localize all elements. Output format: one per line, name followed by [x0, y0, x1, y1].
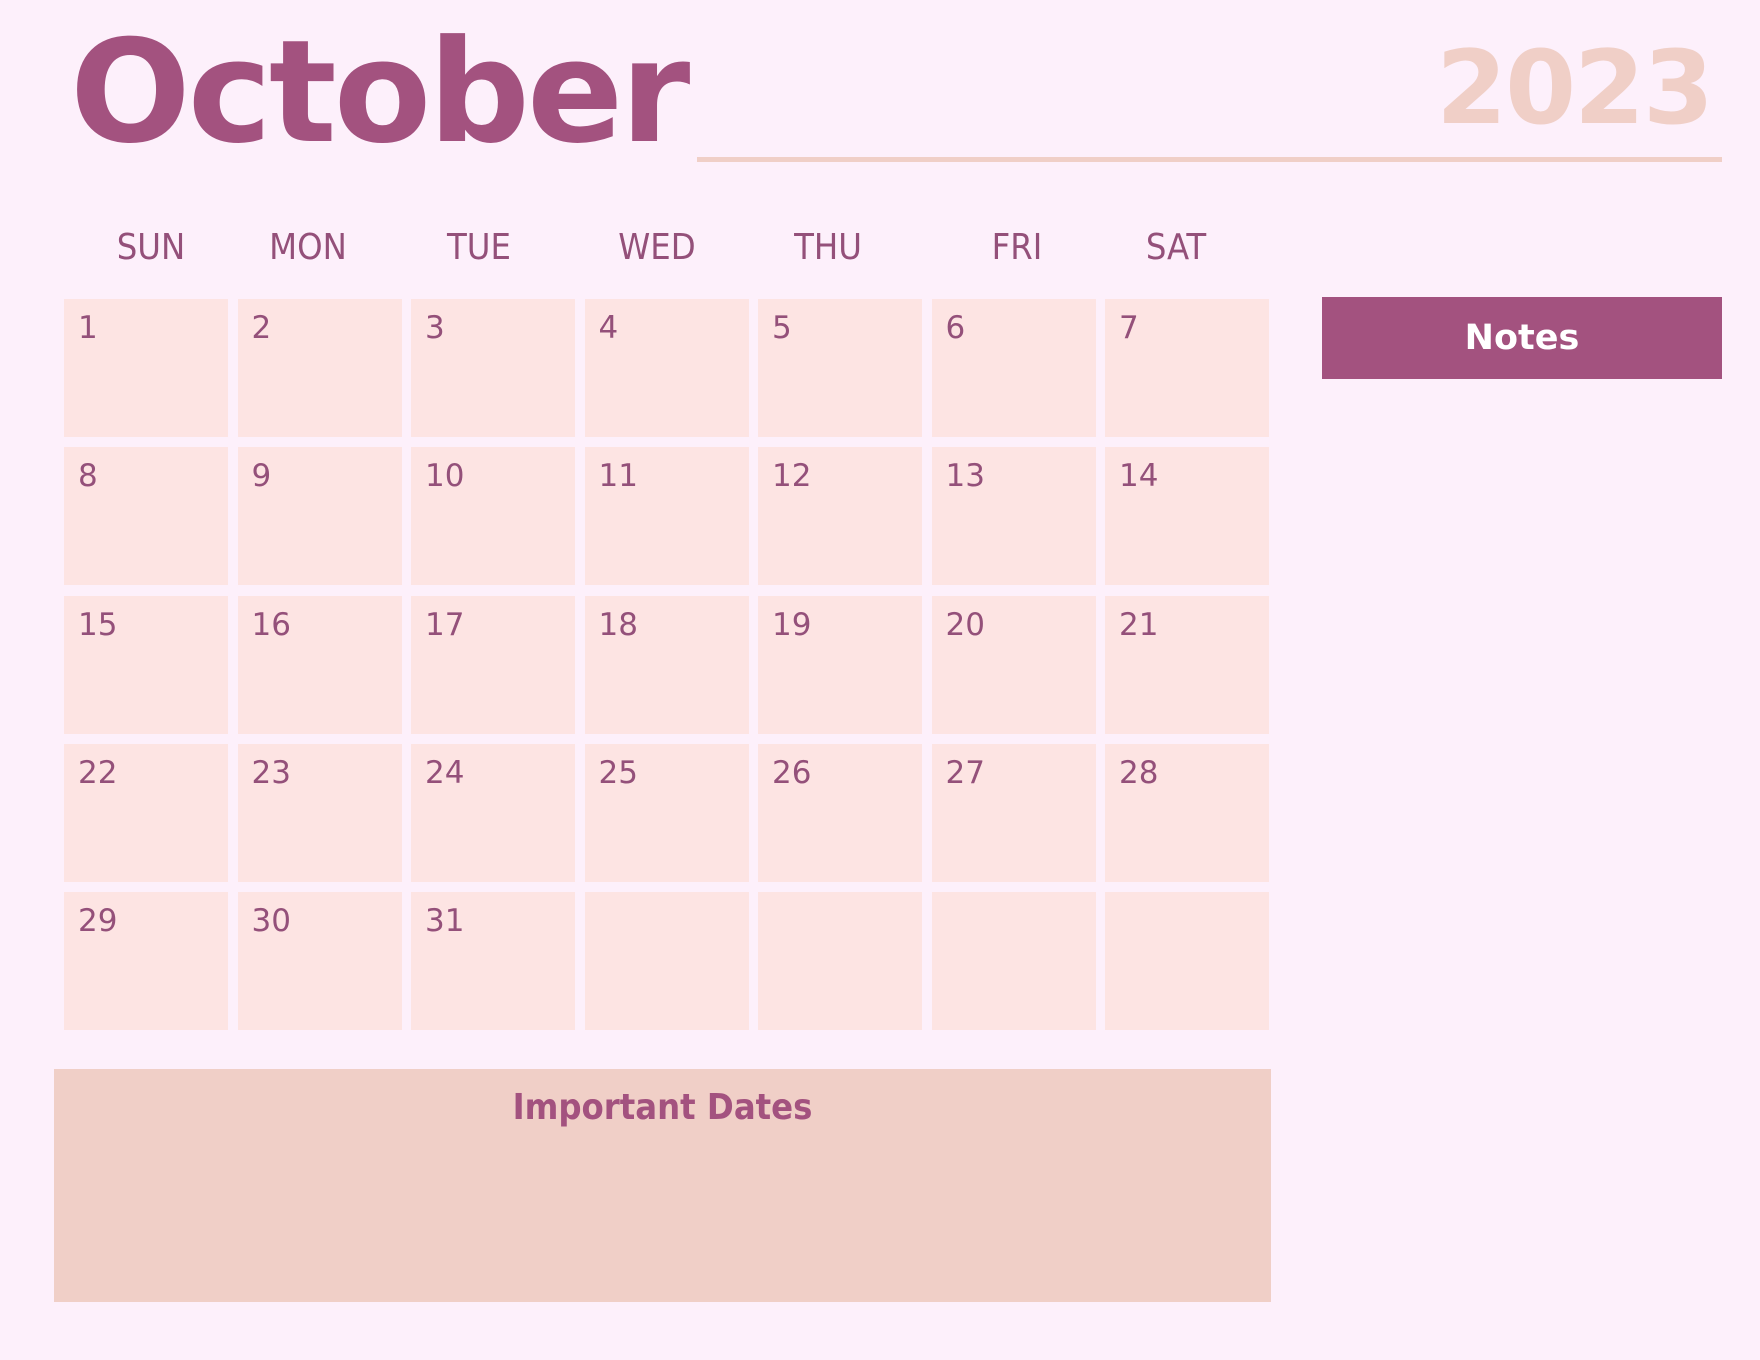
weekday-header-wed: WED [618, 227, 696, 268]
day-cell[interactable]: 11 [584, 447, 749, 586]
day-number: 7 [1119, 310, 1139, 346]
day-cell[interactable]: 1 [64, 299, 228, 437]
day-cell[interactable]: 21 [1105, 595, 1269, 734]
weekday-header-fri: FRI [991, 227, 1043, 268]
day-number: 10 [425, 458, 465, 495]
day-cell[interactable]: 3 [411, 299, 575, 437]
day-number: 20 [945, 606, 985, 643]
notes-area[interactable] [1322, 379, 1722, 1302]
weekday-header-mon: MON [269, 227, 347, 268]
day-number: 4 [598, 310, 619, 346]
day-number: 17 [425, 606, 465, 643]
day-number: 24 [425, 754, 465, 791]
title-divider [697, 157, 1722, 162]
notes-header: Notes [1322, 297, 1722, 379]
day-number: 22 [78, 754, 118, 791]
day-number: 29 [78, 903, 118, 939]
weekday-header-sun: SUN [116, 227, 186, 268]
day-cell[interactable]: 6 [931, 299, 1096, 437]
day-number: 8 [78, 458, 98, 495]
day-cell[interactable]: 4 [584, 299, 749, 437]
day-number: 23 [251, 754, 291, 791]
day-cell[interactable]: 10 [411, 447, 575, 586]
day-cell[interactable]: 22 [64, 743, 228, 882]
day-number: 5 [772, 310, 792, 346]
day-number: 31 [425, 903, 465, 939]
day-number: 30 [251, 903, 291, 939]
day-cell[interactable]: 16 [237, 595, 402, 734]
weekday-header-tue: TUE [447, 227, 511, 268]
day-number: 28 [1119, 754, 1159, 791]
day-cell[interactable]: 8 [64, 447, 228, 586]
weekday-header-thu: THU [794, 227, 862, 268]
day-cell[interactable]: 19 [758, 595, 922, 734]
day-cell[interactable]: 2 [237, 299, 402, 437]
day-cell[interactable]: 15 [64, 595, 228, 734]
day-number: 12 [772, 458, 812, 495]
day-number: 26 [772, 754, 812, 791]
day-number: 19 [772, 606, 812, 643]
day-cell[interactable]: 26 [758, 743, 922, 882]
day-cell[interactable]: 18 [584, 595, 749, 734]
day-cell[interactable]: 5 [758, 299, 922, 437]
calendar-grid: 1 2 3 4 5 6 7 8 9 10 11 12 13 14 15 16 1… [64, 299, 1271, 1030]
day-number: 21 [1119, 606, 1159, 643]
day-number: 3 [425, 310, 445, 346]
day-number: 27 [945, 754, 985, 791]
day-cell[interactable]: 25 [584, 743, 749, 882]
day-cell[interactable]: 29 [64, 892, 228, 1030]
day-cell[interactable]: 17 [411, 595, 575, 734]
day-cell[interactable]: 23 [237, 743, 402, 882]
day-cell[interactable]: 30 [237, 892, 402, 1030]
day-number: 2 [251, 310, 272, 346]
day-cell[interactable]: 31 [411, 892, 575, 1030]
important-dates-box[interactable]: Important Dates [54, 1069, 1271, 1302]
day-cell[interactable]: 24 [411, 743, 575, 882]
year-title: 2023 [1436, 29, 1714, 148]
day-number: 6 [945, 310, 966, 346]
weekday-header-sat: SAT [1145, 227, 1207, 268]
day-cell[interactable]: 13 [931, 447, 1096, 586]
empty-day-cell [931, 892, 1096, 1030]
important-dates-title: Important Dates [512, 1087, 813, 1128]
day-number: 9 [251, 458, 272, 495]
day-number: 14 [1119, 458, 1159, 495]
day-cell[interactable]: 20 [931, 595, 1096, 734]
day-number: 1 [78, 310, 98, 346]
empty-day-cell [758, 892, 922, 1030]
day-cell[interactable]: 12 [758, 447, 922, 586]
day-cell[interactable]: 28 [1105, 743, 1269, 882]
day-cell[interactable]: 9 [237, 447, 402, 586]
day-number: 15 [78, 606, 118, 643]
day-cell[interactable]: 27 [931, 743, 1096, 882]
day-number: 16 [251, 606, 291, 643]
day-cell[interactable]: 7 [1105, 299, 1269, 437]
day-number: 13 [945, 458, 985, 495]
empty-day-cell [1105, 892, 1269, 1030]
day-cell[interactable]: 14 [1105, 447, 1269, 586]
day-number: 18 [598, 606, 638, 643]
day-number: 25 [598, 754, 638, 791]
empty-day-cell [584, 892, 749, 1030]
notes-label: Notes [1464, 318, 1580, 358]
day-number: 11 [598, 458, 638, 495]
month-title: October [70, 10, 690, 175]
